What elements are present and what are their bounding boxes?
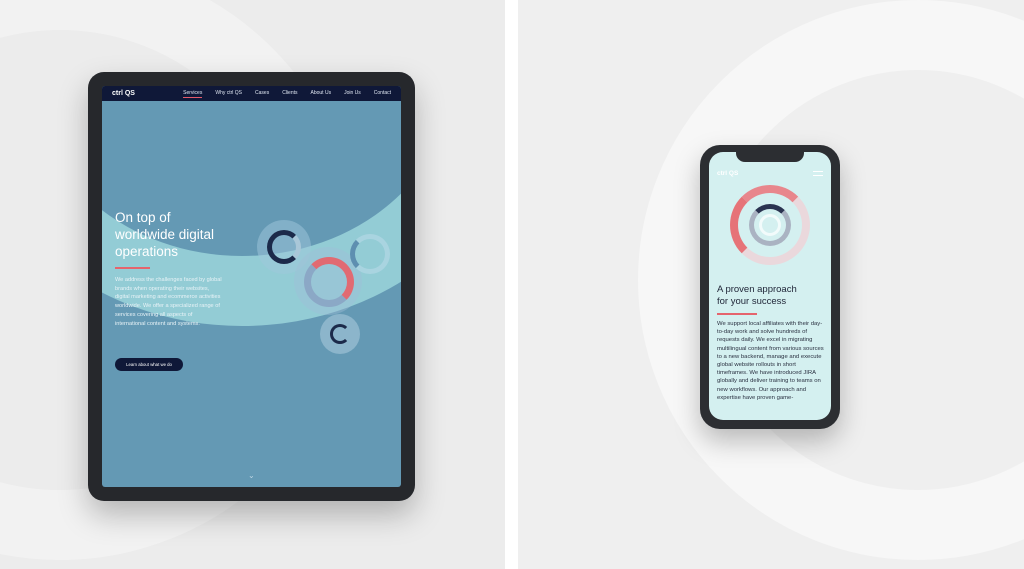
ring-graphic xyxy=(304,257,354,307)
tablet-screen: ctrl QS Services Why ctrl QS Cases Clien… xyxy=(102,86,401,487)
nav-cases[interactable]: Cases xyxy=(255,90,269,97)
phone-screen: ctrl QS A proven approach for your succes… xyxy=(709,152,831,420)
phone-notch xyxy=(736,150,804,162)
hero-heading: On top of worldwide digital operations xyxy=(115,209,214,260)
logo[interactable]: ctrl QS xyxy=(717,170,738,177)
top-nav: ctrl QS Services Why ctrl QS Cases Clien… xyxy=(102,86,401,101)
learn-more-button[interactable]: Learn about what we do xyxy=(115,358,183,371)
hero-heading-line: On top of xyxy=(115,210,171,225)
hero-heading-line: worldwide digital xyxy=(115,227,215,242)
chevron-down-icon[interactable]: ⌄ xyxy=(248,472,255,480)
logo[interactable]: ctrl QS xyxy=(112,90,135,97)
section-heading-line: A proven approach xyxy=(717,284,797,295)
ring-graphic xyxy=(350,234,390,274)
accent-line xyxy=(717,313,757,315)
nav-why[interactable]: Why ctrl QS xyxy=(215,90,242,97)
ring-graphic xyxy=(330,324,350,344)
hero-text: We address the challenges faced by globa… xyxy=(115,277,222,327)
ring-graphic xyxy=(267,230,301,264)
nav-about[interactable]: About Us xyxy=(311,90,332,97)
hero-heading-line: operations xyxy=(115,244,179,259)
nav-services[interactable]: Services xyxy=(183,90,203,98)
section-heading-line: for your success xyxy=(717,296,787,307)
tablet-device: ctrl QS Services Why ctrl QS Cases Clien… xyxy=(88,72,415,501)
hamburger-menu-icon[interactable] xyxy=(813,171,823,176)
nav-contact[interactable]: Contact xyxy=(374,90,391,97)
section-text: We support local affiliates with their d… xyxy=(717,321,824,401)
nav-clients[interactable]: Clients xyxy=(282,90,297,97)
ring-graphic xyxy=(759,214,781,236)
accent-line xyxy=(115,267,150,269)
section-heading: A proven approach for your success xyxy=(717,284,797,308)
nav-join[interactable]: Join Us xyxy=(344,90,361,97)
